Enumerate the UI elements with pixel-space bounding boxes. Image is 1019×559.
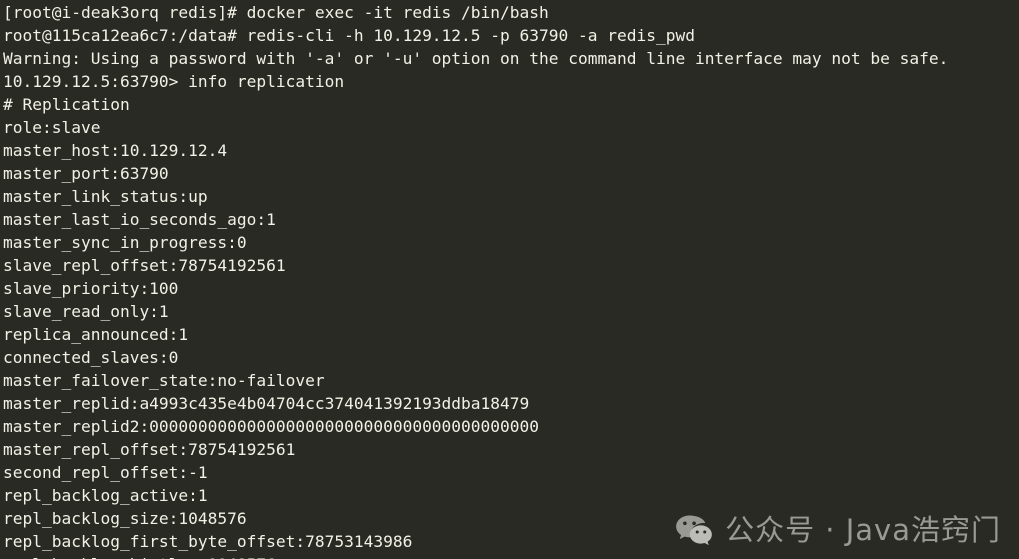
terminal-line: role:slave <box>3 118 101 137</box>
terminal-line: master_replid:a4993c435e4b04704cc3740413… <box>3 394 530 413</box>
terminal-line: 10.129.12.5:63790> info replication <box>3 72 345 91</box>
terminal-line: repl_backlog_first_byte_offset:787531439… <box>3 532 413 551</box>
terminal-line: repl_backlog_histlen:1048576 <box>3 553 1019 559</box>
terminal-line: slave_repl_offset:78754192561 <box>3 256 286 275</box>
terminal-line: [root@i-deak3orq redis]# docker exec -it… <box>3 3 549 22</box>
terminal-line: master_failover_state:no-failover <box>3 371 325 390</box>
terminal-line: master_host:10.129.12.4 <box>3 141 228 160</box>
terminal-line: connected_slaves:0 <box>3 348 179 367</box>
terminal-line: root@115ca12ea6c7:/data# redis-cli -h 10… <box>3 26 695 45</box>
terminal-line: repl_backlog_active:1 <box>3 486 208 505</box>
terminal-line: master_port:63790 <box>3 164 169 183</box>
terminal-line: replica_announced:1 <box>3 325 189 344</box>
terminal-line: repl_backlog_size:1048576 <box>3 509 247 528</box>
terminal-window[interactable]: [root@i-deak3orq redis]# docker exec -it… <box>0 0 1019 559</box>
terminal-line: slave_read_only:1 <box>3 302 169 321</box>
terminal-line: master_last_io_seconds_ago:1 <box>3 210 276 229</box>
terminal-line: master_sync_in_progress:0 <box>3 233 247 252</box>
terminal-line: master_link_status:up <box>3 187 208 206</box>
terminal-line: Warning: Using a password with '-a' or '… <box>3 49 949 68</box>
terminal-line: # Replication <box>3 95 130 114</box>
terminal-line: second_repl_offset:-1 <box>3 463 208 482</box>
terminal-output: [root@i-deak3orq redis]# docker exec -it… <box>3 1 1019 559</box>
terminal-line: slave_priority:100 <box>3 279 179 298</box>
terminal-line: master_repl_offset:78754192561 <box>3 440 296 459</box>
terminal-line: master_replid2:0000000000000000000000000… <box>3 417 540 436</box>
